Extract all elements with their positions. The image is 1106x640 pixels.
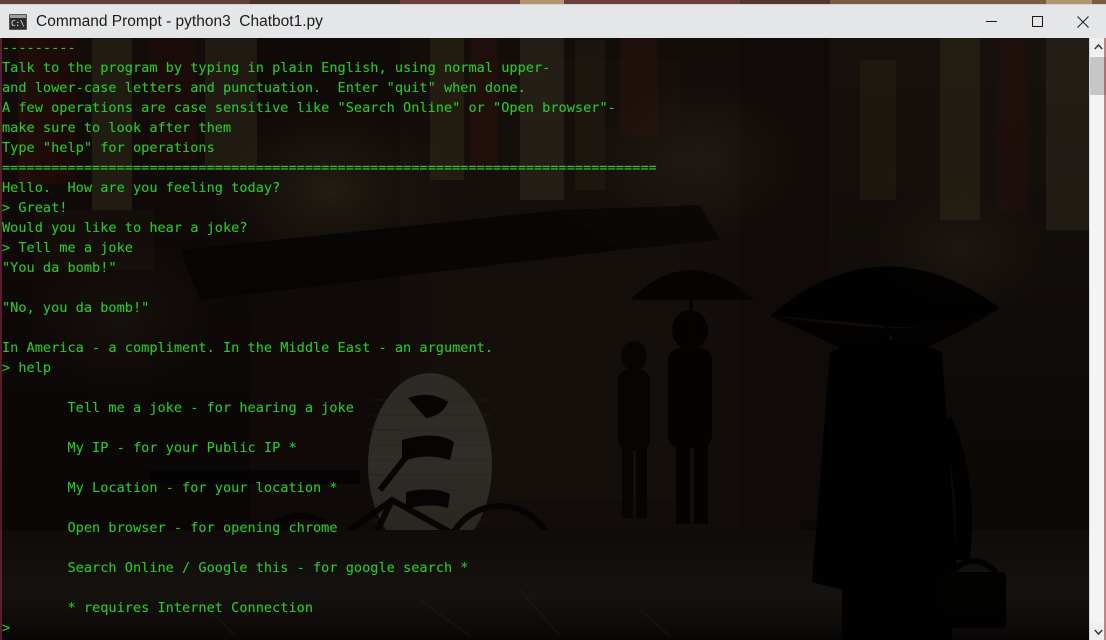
terminal-line: > <box>2 620 11 636</box>
terminal-line: > Great! <box>2 200 68 216</box>
terminal-line: and lower-case letters and punctuation. … <box>2 80 526 96</box>
terminal-line: Talk to the program by typing in plain E… <box>2 60 551 76</box>
terminal-line: In America - a compliment. In the Middle… <box>2 340 494 356</box>
command-prompt-window: C:\. Command Prompt - python3 Chatbot1.p… <box>0 4 1106 640</box>
terminal-line: Search Online / Google this - for google… <box>2 560 469 576</box>
terminal-line: > help <box>2 360 52 376</box>
terminal-line: * requires Internet Connection <box>2 600 313 616</box>
terminal-line: My IP - for your Public IP * <box>2 440 297 456</box>
cmd-icon-label: C:\. <box>11 18 27 28</box>
window-controls[interactable] <box>968 5 1106 38</box>
cmd-icon[interactable]: C:\. <box>9 13 27 30</box>
window-title: Command Prompt - python3 Chatbot1.py <box>36 12 323 30</box>
terminal-line: make sure to look after them <box>2 120 232 136</box>
terminal-line: "No, you da bomb!" <box>2 300 150 316</box>
console-body: --------- Talk to the program by typing i… <box>0 38 1106 640</box>
close-button[interactable] <box>1060 5 1106 38</box>
chevron-up-icon <box>1093 43 1103 50</box>
chevron-down-icon <box>1093 628 1103 635</box>
terminal-output-area[interactable]: --------- Talk to the program by typing i… <box>0 38 1089 640</box>
terminal-line: Hello. How are you feeling today? <box>2 180 281 196</box>
minimize-button[interactable] <box>968 5 1014 38</box>
terminal-line: A few operations are case sensitive like… <box>2 100 616 116</box>
terminal-line: Would you like to hear a joke? <box>2 220 248 236</box>
titlebar-left-group[interactable]: C:\. Command Prompt - python3 Chatbot1.p… <box>0 5 968 38</box>
minimize-icon <box>985 21 997 22</box>
maximize-button[interactable] <box>1014 5 1060 38</box>
terminal-line: Tell me a joke - for hearing a joke <box>2 400 354 416</box>
terminal-line: --------- <box>2 40 76 56</box>
window-titlebar[interactable]: C:\. Command Prompt - python3 Chatbot1.p… <box>0 4 1106 38</box>
maximize-icon <box>1031 16 1043 27</box>
terminal-line: Open browser - for opening chrome <box>2 520 338 536</box>
terminal-line: Type "help" for operations <box>2 140 215 156</box>
terminal-line: My Location - for your location * <box>2 480 338 496</box>
terminal-line: ========================================… <box>2 160 657 176</box>
terminal-text: --------- Talk to the program by typing i… <box>0 38 1089 638</box>
terminal-line: "You da bomb!" <box>2 260 117 276</box>
terminal-line: > Tell me a joke <box>2 240 133 256</box>
close-icon <box>1077 15 1089 28</box>
